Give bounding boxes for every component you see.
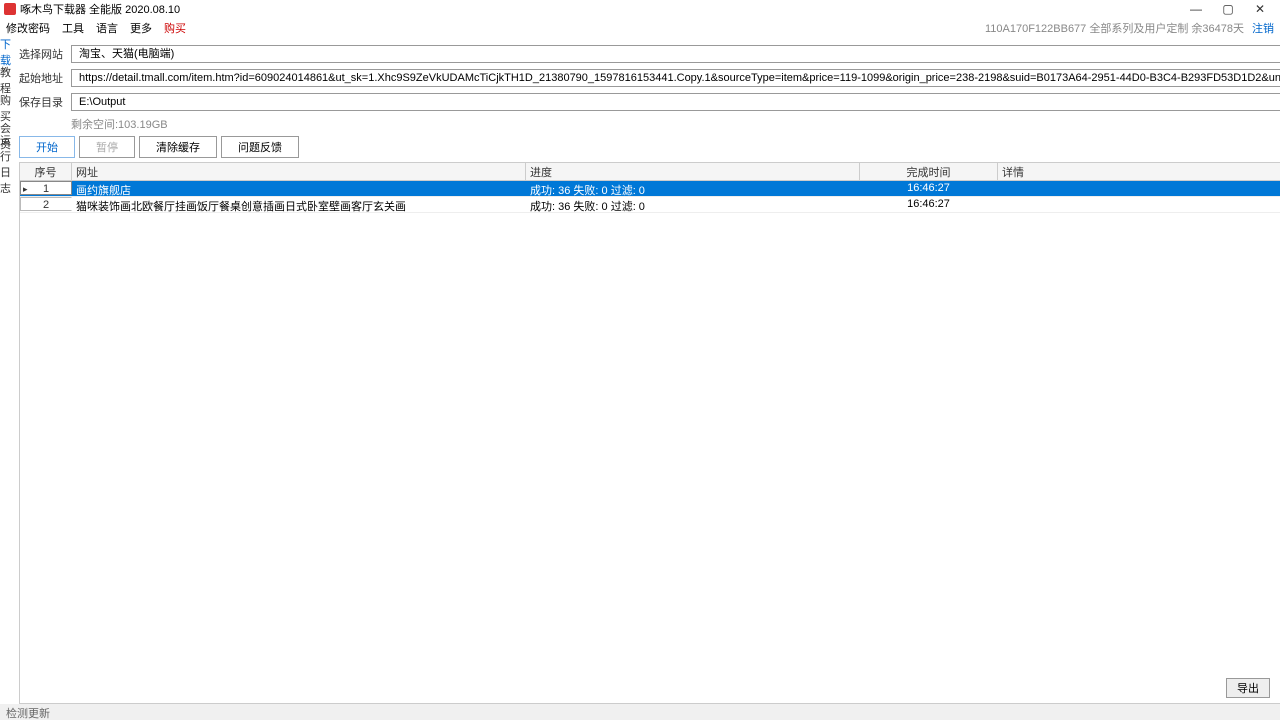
license-info: 110A170F122BB677 全部系列及用户定制 余36478天 — [985, 20, 1244, 36]
cell-seq: 2 — [20, 197, 72, 211]
cell-progress: 成功: 36 失败: 0 过滤: 0 — [526, 181, 860, 196]
cell-progress: 成功: 36 失败: 0 过滤: 0 — [526, 197, 860, 212]
close-button[interactable]: ✕ — [1244, 0, 1276, 18]
cell-detail — [998, 181, 1280, 196]
sidebar-item-tutorial[interactable]: 教程 — [0, 66, 11, 94]
table-row[interactable]: 2 猫咪装饰画北欧餐厅挂画饭厅餐桌创意插画日式卧室壁画客厅玄关画 成功: 36 … — [20, 197, 1280, 213]
header-detail[interactable]: 详情 — [998, 163, 1280, 180]
header-seq[interactable]: 序号 — [20, 163, 72, 180]
start-button[interactable]: 开始 — [19, 136, 75, 158]
export-button[interactable]: 导出 — [1226, 678, 1270, 698]
cell-time: 16:46:27 — [860, 181, 998, 196]
sidebar-item-buy[interactable]: 购买 — [0, 94, 11, 122]
url-input[interactable]: https://detail.tmall.com/item.htm?id=609… — [71, 69, 1280, 87]
header-url[interactable]: 网址 — [72, 163, 526, 180]
free-space-label: 剩余空间:103.19GB — [71, 116, 1280, 132]
table-row[interactable]: 1 画约旗舰店 成功: 36 失败: 0 过滤: 0 16:46:27 — [20, 181, 1280, 197]
site-label: 选择网站 — [19, 46, 71, 62]
dir-input[interactable]: E:\Output — [71, 93, 1280, 111]
minimize-button[interactable]: — — [1180, 0, 1212, 18]
feedback-button[interactable]: 问题反馈 — [221, 136, 299, 158]
logout-link[interactable]: 注销 — [1252, 20, 1274, 36]
status-bar: 检测更新 — [0, 704, 1280, 720]
url-label: 起始地址 — [19, 70, 71, 86]
header-progress[interactable]: 进度 — [526, 163, 860, 180]
status-text: 检测更新 — [6, 708, 50, 720]
menu-more[interactable]: 更多 — [130, 20, 152, 36]
cell-url: 猫咪装饰画北欧餐厅挂画饭厅餐桌创意插画日式卧室壁画客厅玄关画 — [72, 197, 526, 212]
cell-detail — [998, 197, 1280, 212]
menu-language[interactable]: 语言 — [96, 20, 118, 36]
table-header: 序号 网址 进度 完成时间 详情 — [20, 163, 1280, 181]
pause-button[interactable]: 暂停 — [79, 136, 135, 158]
window-controls: — ▢ ✕ — [1180, 0, 1276, 18]
clear-cache-button[interactable]: 清除缓存 — [139, 136, 217, 158]
dir-label: 保存目录 — [19, 94, 71, 110]
cell-seq: 1 — [20, 181, 72, 195]
menu-buy[interactable]: 购买 — [164, 20, 186, 36]
site-select[interactable]: 淘宝、天猫(电脑端) — [71, 45, 1280, 63]
sidebar-item-log[interactable]: 运行日志 — [0, 150, 11, 178]
header-finish-time[interactable]: 完成时间 — [860, 163, 998, 180]
sidebar-item-download[interactable]: 下载 — [0, 38, 11, 66]
download-table: 序号 网址 进度 完成时间 详情 1 画约旗舰店 成功: 36 失败: 0 过滤… — [19, 162, 1280, 704]
window-title: 啄木鸟下载器 全能版 2020.08.10 — [20, 1, 1180, 17]
maximize-button[interactable]: ▢ — [1212, 0, 1244, 18]
app-icon — [4, 3, 16, 15]
menu-modify-password[interactable]: 修改密码 — [6, 20, 50, 36]
menu-tools[interactable]: 工具 — [62, 20, 84, 36]
cell-time: 16:46:27 — [860, 197, 998, 212]
main-panel: 选择网站 淘宝、天猫(电脑端) 设置 起始地址 https://detail.t… — [11, 38, 1280, 704]
cell-url: 画约旗舰店 — [72, 181, 526, 196]
title-bar: 啄木鸟下载器 全能版 2020.08.10 — ▢ ✕ — [0, 0, 1280, 18]
menu-bar: 修改密码 工具 语言 更多 购买 110A170F122BB677 全部系列及用… — [0, 18, 1280, 38]
sidebar: 下载 教程 购买 会员 运行日志 — [0, 38, 11, 704]
